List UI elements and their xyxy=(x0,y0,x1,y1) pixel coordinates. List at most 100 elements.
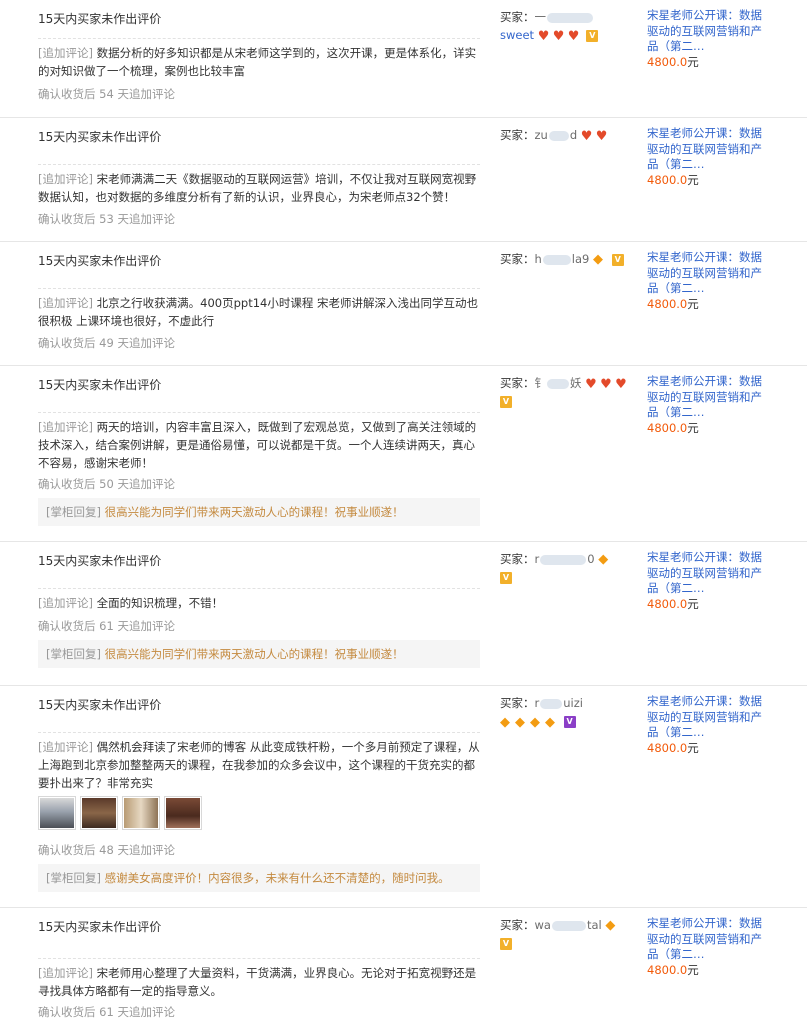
seller-reply: [掌柜回复] 很高兴能为同学们带来两天激动人心的课程！祝事业顺遂！ xyxy=(38,640,480,668)
product-link[interactable]: 宋星老师公开课：数据 驱动的互联网营销和产 品（第二… xyxy=(647,550,777,597)
buyer-name[interactable]: 一 xyxy=(535,10,547,24)
credit-badges: ◆ ◆ ◆ ◆ xyxy=(500,713,560,731)
append-text: 宋老师用心整理了大量资料，干货满满，业界良心。无论对于拓宽视野还是寻找具体方略都… xyxy=(38,966,477,998)
review-item: 15天内买家未作出评价 [追加评论] 宋老师用心整理了大量资料，干货满满，业界良… xyxy=(0,908,807,1024)
product-price: 4800.0 xyxy=(647,962,688,977)
review-item: 15天内买家未作出评价 [追加评论] 偶然机会拜读了宋老师的博客 从此变成铁杆粉… xyxy=(0,686,807,908)
append-comment: [追加评论] 宋老师用心整理了大量资料，干货满满，业界良心。无论对于拓宽视野还是… xyxy=(38,958,480,1000)
product-price: 4800.0 xyxy=(647,420,688,435)
buyer-name[interactable]: wa xyxy=(535,918,551,932)
vip-icon[interactable]: V xyxy=(586,29,599,42)
buyer-info: 买家：r uizi ◆ ◆ ◆ ◆ V xyxy=(500,694,640,731)
vip-icon[interactable]: V xyxy=(500,937,512,950)
buyer-name[interactable]: zu xyxy=(535,128,548,142)
buyer-label: 买家： xyxy=(500,128,535,142)
product-info: 宋星老师公开课：数据 驱动的互联网营销和产 品（第二… 4800.0元 xyxy=(647,250,777,312)
append-time: 确认收货后 54 天追加评论 xyxy=(38,87,175,101)
append-time: 确认收货后 61 天追加评论 xyxy=(38,1005,175,1019)
product-link[interactable]: 宋星老师公开课：数据 驱动的互联网营销和产 品（第二… xyxy=(647,694,777,741)
reply-text: 很高兴能为同学们带来两天激动人心的课程！祝事业顺遂！ xyxy=(104,647,404,661)
append-tag: [追加评论] xyxy=(38,596,93,610)
product-info: 宋星老师公开课：数据 驱动的互联网营销和产 品（第二… 4800.0元 xyxy=(647,8,777,70)
buyer-name-suffix[interactable]: d xyxy=(570,128,577,142)
review-head: 15天内买家未作出评价 xyxy=(38,554,162,568)
append-tag: [追加评论] xyxy=(38,172,93,186)
diamond-icon: ◆ xyxy=(598,552,609,567)
vip-icon[interactable]: V xyxy=(500,571,512,584)
heart-icon: ♥ xyxy=(537,28,550,44)
buyer-name-suffix[interactable]: sweet xyxy=(500,28,534,42)
seller-reply: [掌柜回复] 感谢美女高度评价！内容很多，未来有什么还不清楚的，随时问我。 xyxy=(38,864,480,892)
price-unit: 元 xyxy=(687,54,699,69)
reply-tag: [掌柜回复] xyxy=(46,871,101,885)
product-link[interactable]: 宋星老师公开课：数据 驱动的互联网营销和产 品（第二… xyxy=(647,8,777,55)
product-link[interactable]: 宋星老师公开课：数据 驱动的互联网营销和产 品（第二… xyxy=(647,126,777,173)
append-comment: [追加评论] 宋老师满满二天《数据驱动的互联网运营》培训，不仅让我对互联网宽视野… xyxy=(38,164,480,206)
buyer-name[interactable]: r xyxy=(535,552,540,566)
append-comment: [追加评论] 全面的知识梳理，不错！ xyxy=(38,588,480,612)
review-item: 15天内买家未作出评价 [追加评论] 宋老师满满二天《数据驱动的互联网运营》培训… xyxy=(0,118,807,242)
product-link[interactable]: 宋星老师公开课：数据 驱动的互联网营销和产 品（第二… xyxy=(647,250,777,297)
review-photo[interactable] xyxy=(122,796,160,830)
heart-icon: ♥ xyxy=(552,28,565,44)
review-item: 15天内买家未作出评价 [追加评论] 北京之行收获满满。400页ppt14小时课… xyxy=(0,242,807,366)
seller-reply: [掌柜回复] 很高兴能为同学们带来两天激动人心的课程！祝事业顺遂！ xyxy=(38,498,480,526)
buyer-label: 买家： xyxy=(500,552,535,566)
review-head: 15天内买家未作出评价 xyxy=(38,378,162,392)
diamond-icon: ◆ xyxy=(530,714,540,730)
heart-icon: ♥ xyxy=(600,376,612,392)
product-link[interactable]: 宋星老师公开课：数据 驱动的互联网营销和产 品（第二… xyxy=(647,374,777,421)
append-comment: [追加评论] 北京之行收获满满。400页ppt14小时课程 宋老师讲解深入浅出同… xyxy=(38,288,480,330)
review-item: 15天内买家未作出评价 [追加评论] 两天的培训，内容丰富且深入，既做到了宏观总… xyxy=(0,366,807,542)
append-comment: [追加评论] 数据分析的好多知识都是从宋老师这学到的，这次开课，更是体系化，详实… xyxy=(38,38,480,80)
heart-icon: ♥ xyxy=(615,376,627,392)
diamond-icon: ◆ xyxy=(605,918,616,933)
heart-icon: ♥ xyxy=(567,28,580,44)
review-head: 15天内买家未作出评价 xyxy=(38,12,162,26)
append-tag: [追加评论] xyxy=(38,296,93,310)
review-head: 15天内买家未作出评价 xyxy=(38,920,162,934)
buyer-info: 买家：一 sweet ♥ ♥ ♥ V xyxy=(500,8,640,45)
append-time: 确认收货后 50 天追加评论 xyxy=(38,477,175,491)
review-head: 15天内买家未作出评价 xyxy=(38,130,162,144)
price-unit: 元 xyxy=(687,296,699,311)
buyer-name[interactable]: h xyxy=(535,252,542,266)
append-time: 确认收货后 49 天追加评论 xyxy=(38,336,175,350)
product-price: 4800.0 xyxy=(647,172,688,187)
product-link[interactable]: 宋星老师公开课：数据 驱动的互联网营销和产 品（第二… xyxy=(647,916,777,963)
vip-icon[interactable]: V xyxy=(611,253,624,266)
review-item: 15天内买家未作出评价 [追加评论] 全面的知识梳理，不错！ 确认收货后 61 … xyxy=(0,542,807,686)
product-price: 4800.0 xyxy=(647,296,688,311)
append-tag: [追加评论] xyxy=(38,740,93,754)
buyer-name-suffix[interactable]: 0 xyxy=(587,552,594,566)
buyer-name[interactable]: r xyxy=(535,696,540,710)
append-text: 全面的知识梳理，不错！ xyxy=(96,596,224,610)
buyer-info: 买家：r 0 ◆ V xyxy=(500,550,640,586)
vip-icon[interactable]: V xyxy=(563,715,576,728)
review-photo[interactable] xyxy=(164,796,202,830)
buyer-label: 买家： xyxy=(500,10,535,24)
buyer-name-mask xyxy=(540,554,587,565)
diamond-icon: ◆ xyxy=(500,714,510,730)
diamond-icon: ◆ xyxy=(545,714,555,730)
vip-icon[interactable]: V xyxy=(500,396,512,408)
buyer-name-suffix[interactable]: tal xyxy=(587,918,602,932)
review-photo[interactable] xyxy=(38,796,76,830)
buyer-name-suffix[interactable]: 妖 xyxy=(570,376,582,390)
reply-text: 很高兴能为同学们带来两天激动人心的课程！祝事业顺遂！ xyxy=(104,505,404,519)
buyer-info: 买家：wa tal ◆ V xyxy=(500,916,640,952)
reply-tag: [掌柜回复] xyxy=(46,505,101,519)
buyer-name-mask xyxy=(547,378,569,389)
buyer-name-suffix[interactable]: la9 xyxy=(572,252,590,266)
buyer-name-suffix[interactable]: uizi xyxy=(563,696,583,710)
review-photo[interactable] xyxy=(80,796,118,830)
heart-icon: ♥ xyxy=(580,128,593,144)
review-photos xyxy=(38,796,202,830)
buyer-label: 买家： xyxy=(500,918,535,932)
buyer-name[interactable]: 钅 xyxy=(535,376,547,390)
price-unit: 元 xyxy=(687,172,699,187)
append-comment: [追加评论] 偶然机会拜读了宋老师的博客 从此变成铁杆粉，一个多月前预定了课程，… xyxy=(38,732,480,792)
product-price: 4800.0 xyxy=(647,54,688,69)
review-head: 15天内买家未作出评价 xyxy=(38,254,162,268)
append-time: 确认收货后 61 天追加评论 xyxy=(38,619,175,633)
